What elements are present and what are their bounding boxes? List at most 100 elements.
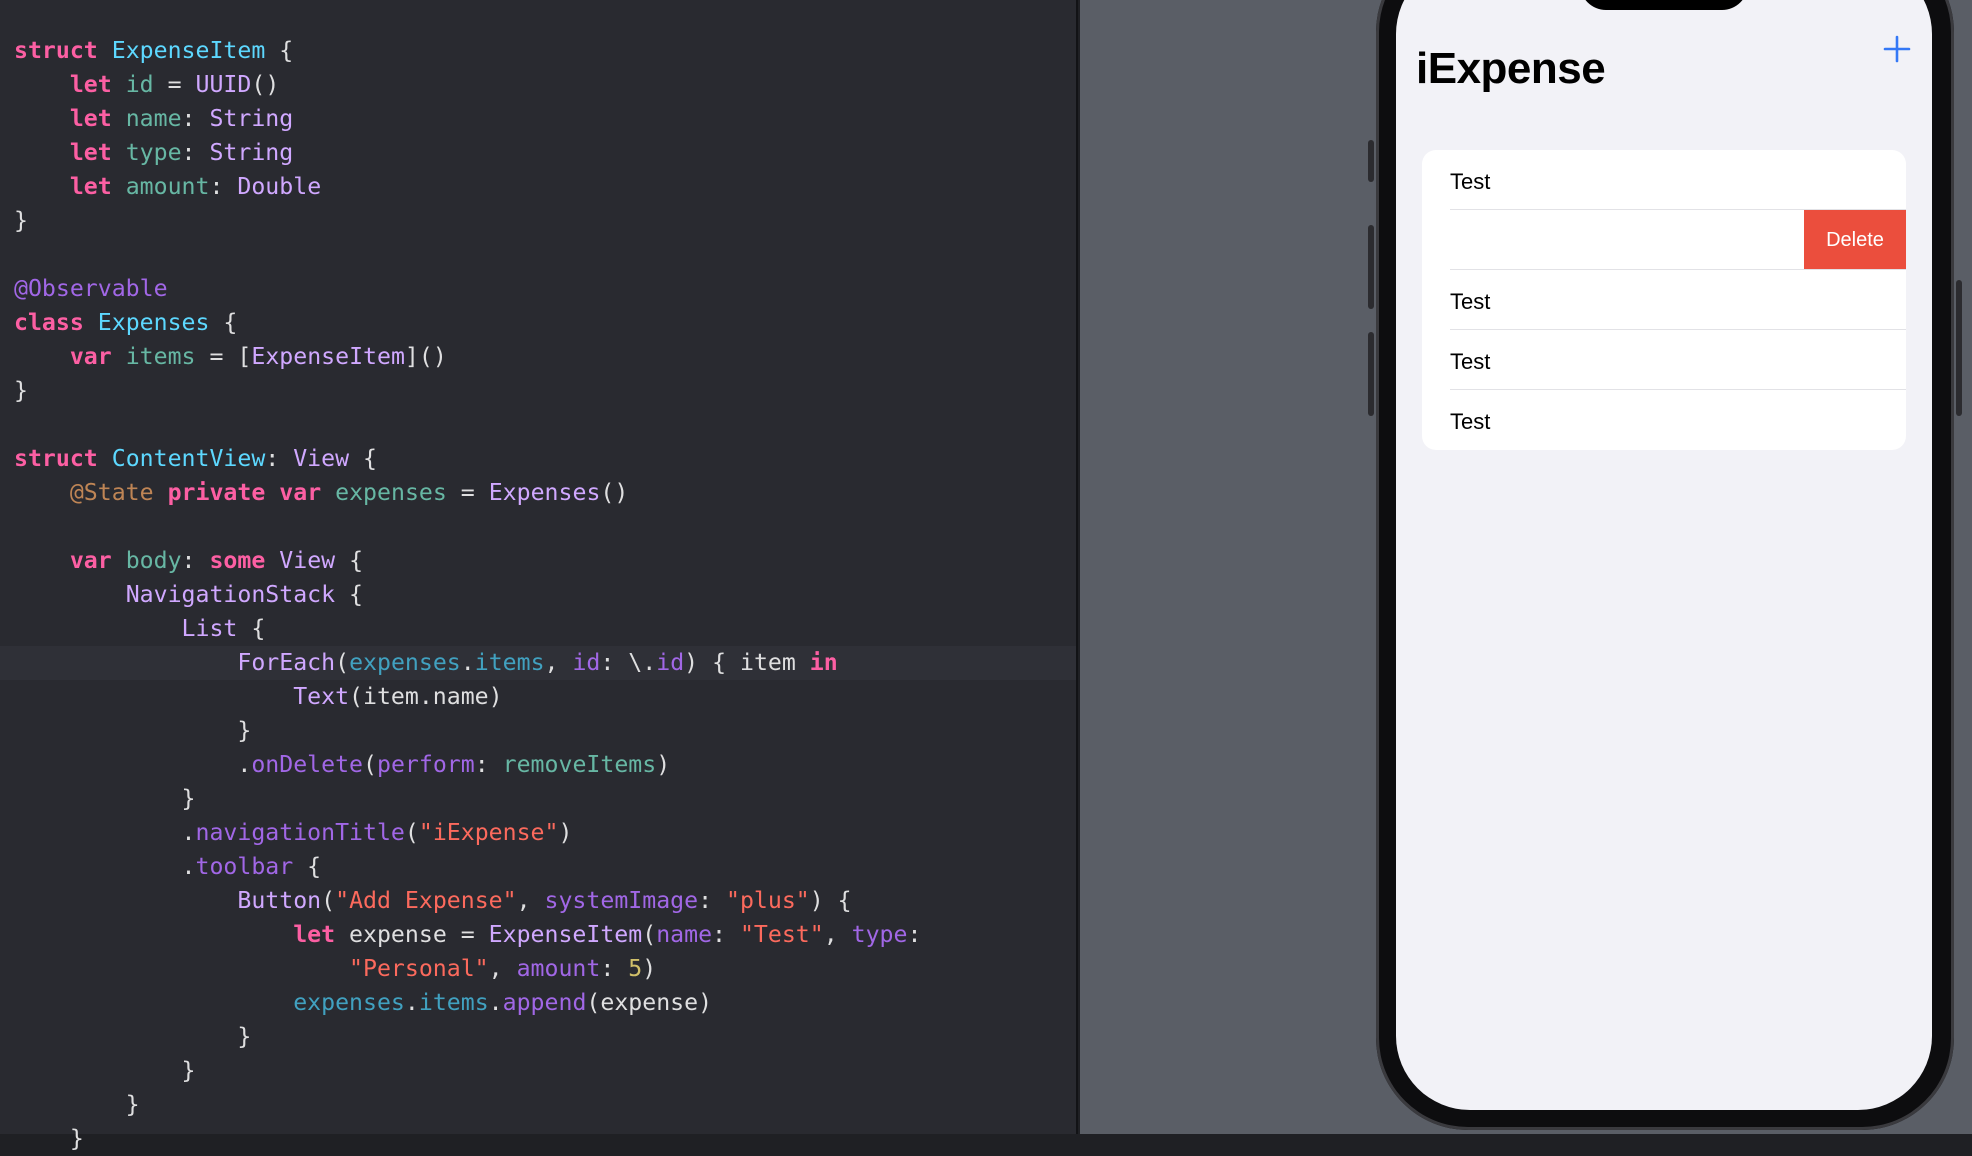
code-token: } [14,785,196,812]
code-token: { [237,615,266,642]
code-token: expenses [335,479,447,506]
code-line[interactable]: struct ContentView: View { [14,442,921,476]
code-line[interactable]: expenses.items.append(expense) [14,986,921,1020]
code-token: in [809,649,838,676]
code-token: perform [376,751,475,778]
code-token: . [460,649,475,676]
editor-divider[interactable] [1076,0,1078,1134]
code-token: items [474,649,545,676]
code-line[interactable]: @Observable [14,272,921,306]
code-token: String [209,139,294,166]
code-token: @State [69,479,154,506]
code-token: ( [404,819,419,846]
code-line[interactable]: "Personal", amount: 5) [14,952,921,986]
code-line[interactable]: Button("Add Expense", systemImage: "plus… [14,884,921,918]
code-token: : [181,139,210,166]
code-token: . [14,819,196,846]
code-line[interactable]: .onDelete(perform: removeItems) [14,748,921,782]
code-token: var [279,479,322,506]
code-token: 5 [628,955,643,982]
code-line[interactable]: class Expenses { [14,306,921,340]
code-line[interactable]: } [14,1122,921,1156]
code-token: ) [642,955,657,982]
code-token: expense = [335,921,489,948]
code-token: "iExpense" [418,819,559,846]
code-token: . [14,853,196,880]
code-token: removeItems [502,751,657,778]
code-token: expenses [349,649,461,676]
code-line[interactable]: NavigationStack { [14,578,921,612]
code-token: amount [516,955,601,982]
code-line[interactable]: let name: String [14,102,921,136]
code-token: onDelete [251,751,364,778]
plus-icon[interactable] [1880,32,1914,66]
code-token: { [209,309,238,336]
code-line[interactable]: var body: some View { [14,544,921,578]
list-item[interactable]: Test [1422,390,1906,450]
code-token: { [265,37,294,64]
simulator-screen: iExpense Test Delete Test Test Test [1396,0,1932,1110]
code-line[interactable]: List { [14,612,921,646]
code-line[interactable]: Text(item.name) [14,680,921,714]
code-token: . [488,989,503,1016]
code-line[interactable]: } [14,1088,921,1122]
list-item[interactable]: Test [1422,270,1906,330]
code-line[interactable]: } [14,1020,921,1054]
code-line[interactable]: } [14,714,921,748]
code-line[interactable] [14,408,921,442]
code-token: () [600,479,629,506]
code-line[interactable]: var items = [ExpenseItem]() [14,340,921,374]
code-line[interactable]: @State private var expenses = Expenses() [14,476,921,510]
code-line[interactable]: struct ExpenseItem { [14,34,921,68]
source-code[interactable]: struct ExpenseItem { let id = UUID() let… [14,34,921,1156]
code-token: id [656,649,685,676]
code-line[interactable] [14,510,921,544]
code-token: "Test" [739,921,824,948]
code-line[interactable]: } [14,1054,921,1088]
code-token: { [349,445,377,472]
code-token: toolbar [195,853,294,880]
code-line[interactable]: } [14,374,921,408]
code-token: : [712,921,740,948]
list-item[interactable]: Test [1422,330,1906,390]
code-token: var [69,343,112,370]
code-line[interactable]: let type: String [14,136,921,170]
code-line[interactable]: } [14,204,921,238]
list-item-swiped[interactable]: Delete [1422,210,1906,270]
code-token: Double [237,173,322,200]
code-token: : [181,547,210,574]
code-token: ( [321,887,336,914]
code-token: @Observable [14,275,168,302]
code-token: , [488,955,517,982]
code-line[interactable]: let amount: Double [14,170,921,204]
code-token: View [279,547,336,574]
code-line[interactable]: .toolbar { [14,850,921,884]
delete-button[interactable]: Delete [1804,210,1906,270]
code-token: ) { [809,887,852,914]
code-token: expenses [293,989,405,1016]
list-item[interactable]: Test [1422,150,1906,210]
code-line[interactable]: .navigationTitle("iExpense") [14,816,921,850]
code-line[interactable]: let expense = ExpenseItem(name: "Test", … [14,918,921,952]
code-token: var [69,547,112,574]
expense-list[interactable]: Test Delete Test Test Test [1422,150,1906,450]
code-line[interactable] [14,238,921,272]
code-token: Text [293,683,350,710]
code-line[interactable]: ForEach(expenses.items, id: \.id) { item… [14,646,921,680]
code-editor[interactable]: struct ExpenseItem { let id = UUID() let… [0,0,1078,1152]
code-token: } [14,1091,140,1118]
code-token: body [125,547,182,574]
code-line[interactable]: let id = UUID() [14,68,921,102]
code-line[interactable]: } [14,782,921,816]
